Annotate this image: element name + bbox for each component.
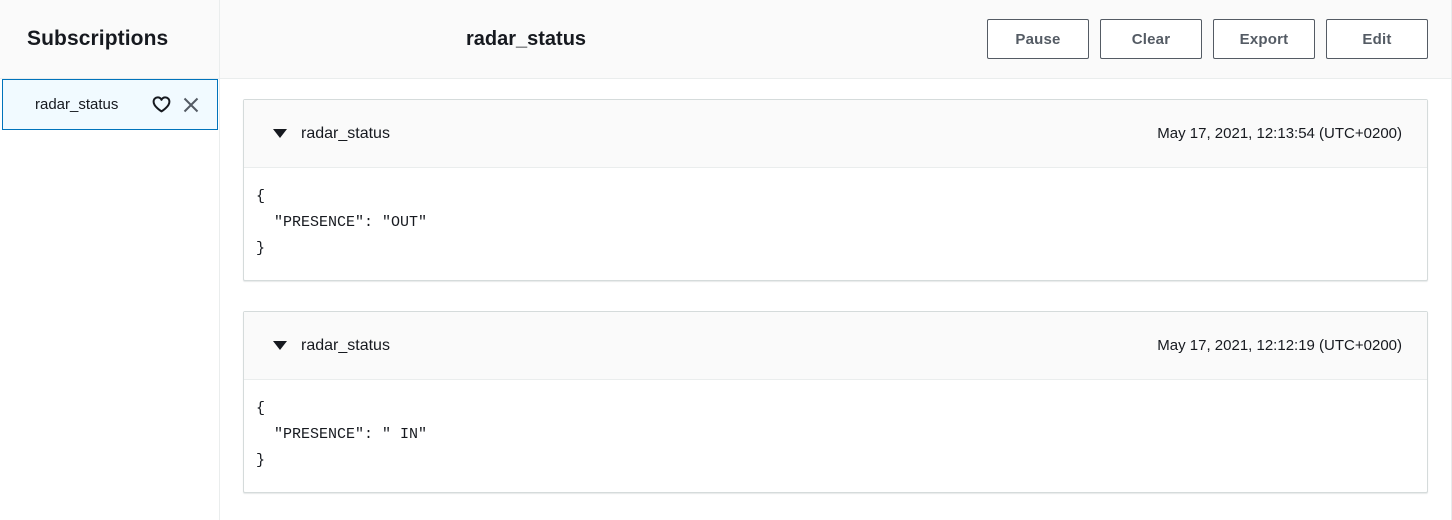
main-header: radar_status Pause Clear Export Edit: [220, 0, 1451, 78]
message-timestamp: May 17, 2021, 12:12:19 (UTC+0200): [1157, 337, 1402, 354]
message-card-header-left: radar_status: [273, 337, 390, 355]
heart-icon[interactable]: [151, 95, 171, 115]
page-title: radar_status: [466, 27, 587, 50]
messages-list: radar_status May 17, 2021, 12:13:54 (UTC…: [220, 79, 1451, 520]
message-timestamp: May 17, 2021, 12:13:54 (UTC+0200): [1157, 125, 1402, 142]
header-band: Subscriptions radar_status Pause Clear E…: [0, 0, 1451, 79]
body-row: radar_status radar_status May 17, 2021, …: [0, 79, 1451, 520]
clear-button[interactable]: Clear: [1100, 19, 1202, 59]
message-payload: { "PRESENCE": " IN" }: [256, 400, 428, 469]
message-card: radar_status May 17, 2021, 12:13:54 (UTC…: [243, 99, 1428, 281]
export-button[interactable]: Export: [1213, 19, 1315, 59]
mqtt-test-client-page: Subscriptions radar_status Pause Clear E…: [0, 0, 1452, 520]
sidebar-header: Subscriptions: [0, 0, 220, 78]
message-card: radar_status May 17, 2021, 12:12:19 (UTC…: [243, 311, 1428, 493]
subscriptions-sidebar: radar_status: [0, 79, 220, 520]
chevron-down-icon[interactable]: [273, 341, 287, 350]
message-card-header[interactable]: radar_status May 17, 2021, 12:12:19 (UTC…: [244, 312, 1427, 380]
sidebar-title: Subscriptions: [27, 27, 169, 50]
sidebar-item-label: radar_status: [35, 96, 119, 113]
message-topic: radar_status: [301, 336, 390, 354]
header-actions: Pause Clear Export Edit: [987, 19, 1428, 59]
message-payload: { "PRESENCE": "OUT" }: [256, 188, 428, 257]
message-card-header-left: radar_status: [273, 125, 390, 143]
message-card-header[interactable]: radar_status May 17, 2021, 12:13:54 (UTC…: [244, 100, 1427, 168]
close-icon[interactable]: [181, 95, 201, 115]
sidebar-item-radar-status[interactable]: radar_status: [2, 79, 218, 130]
message-topic: radar_status: [301, 124, 390, 142]
edit-button[interactable]: Edit: [1326, 19, 1428, 59]
pause-button[interactable]: Pause: [987, 19, 1089, 59]
chevron-down-icon[interactable]: [273, 129, 287, 138]
